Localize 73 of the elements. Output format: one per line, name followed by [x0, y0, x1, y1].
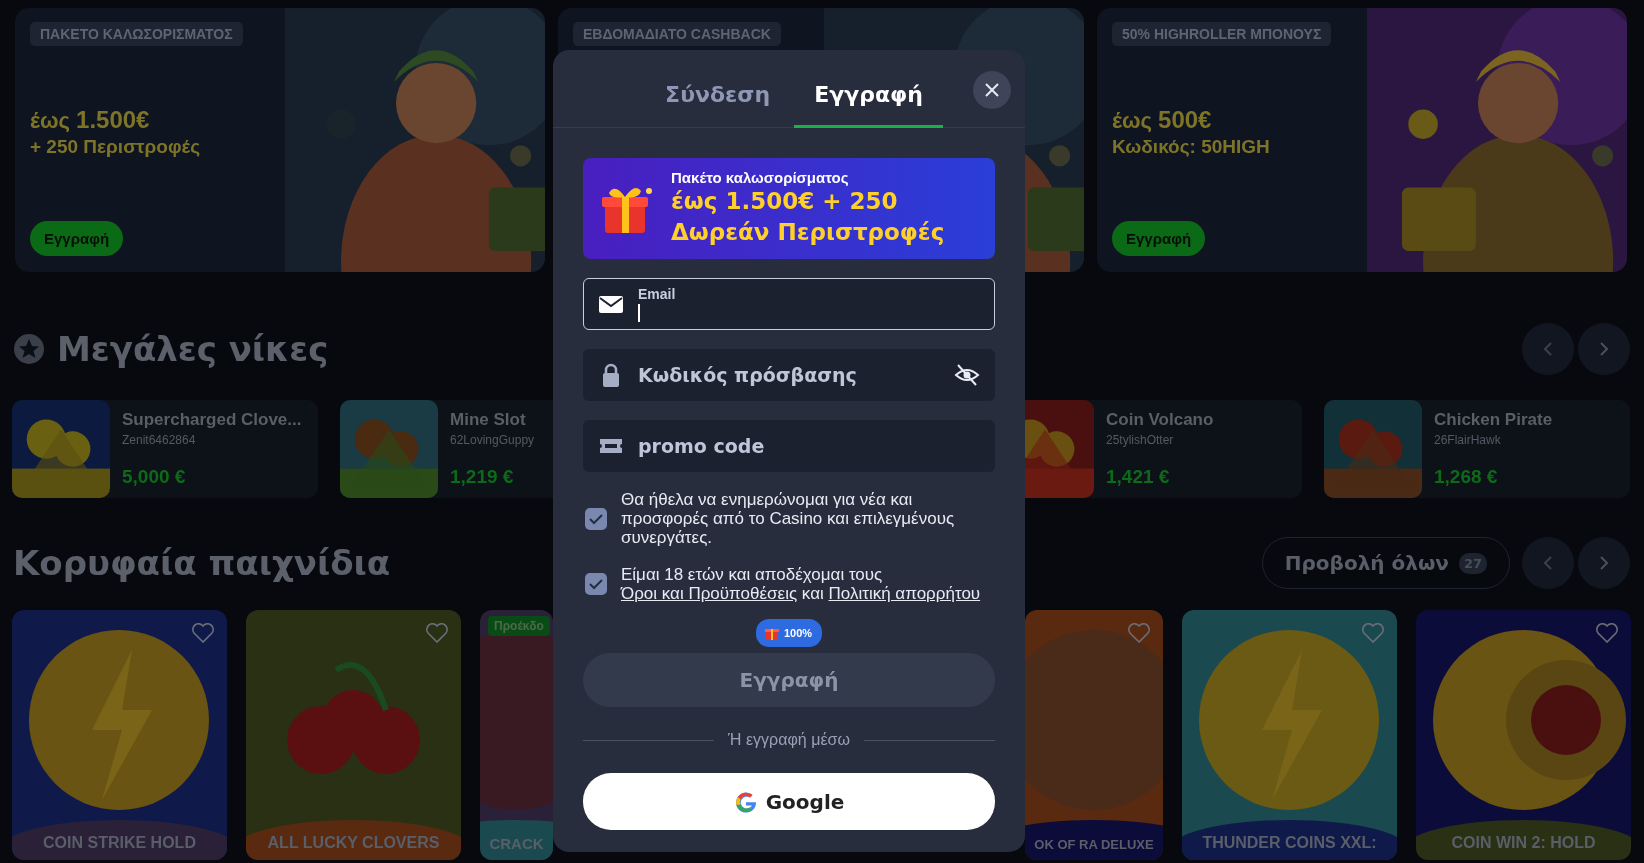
field-label: Email — [638, 286, 677, 302]
heart-icon[interactable] — [1361, 622, 1385, 644]
win-amount: 1,421 € — [1106, 466, 1171, 488]
register-button[interactable]: Εγγραφή — [30, 221, 124, 256]
banner-subtitle: + 250 Περιστροφές — [30, 136, 200, 158]
preview-badge: Προέκδο — [488, 616, 550, 636]
game-title: COIN WIN 2: HOLD — [1450, 834, 1597, 852]
game-tile[interactable]: Προέκδο CRACK — [480, 610, 553, 860]
banner-subtitle: Κωδικός: 50HIGH — [1112, 136, 1270, 158]
game-tile[interactable]: COIN STRIKE HOLD — [12, 610, 227, 860]
bonus-badge: 100% — [755, 619, 823, 647]
close-icon — [985, 83, 999, 97]
banner-headline: έως 1.500€ — [30, 106, 150, 134]
player-name: 62LovingGuppy — [450, 433, 535, 447]
banner-headline: έως 500€ — [1112, 106, 1212, 134]
win-amount: 5,000 € — [122, 466, 187, 488]
checkbox[interactable] — [585, 573, 607, 595]
win-card[interactable]: Chicken Pirate 26FlairHawk 1,268 € — [1324, 400, 1630, 498]
register-button[interactable]: Εγγραφή — [1112, 221, 1206, 256]
promo-banner[interactable]: 50% HIGHROLLER ΜΠΟΝΟΥΣ έως 500€ Κωδικός: 50HIGH Εγγραφή — [1097, 8, 1627, 272]
heart-icon[interactable] — [425, 622, 449, 644]
game-name: Supercharged Clove... — [122, 410, 302, 430]
win-amount: 1,268 € — [1434, 466, 1499, 488]
checkbox[interactable] — [585, 507, 607, 530]
tab[interactable]: Εγγραφή — [794, 50, 943, 128]
tab[interactable]: Σύνδεση — [645, 50, 791, 128]
close-button[interactable] — [973, 71, 1011, 109]
game-tile[interactable]: COIN WIN 2: HOLD — [1416, 610, 1631, 860]
hidden-eye-icon[interactable] — [954, 362, 980, 388]
divider-label: Ή εγγραφή μέσω — [728, 731, 850, 749]
promo-headline: έως 1.500€ + 250 — [671, 187, 899, 216]
game-tile[interactable]: THUNDER COINS XXL: — [1182, 610, 1397, 860]
promo-field[interactable]: promo code — [583, 420, 995, 472]
game-title: CRACK — [488, 835, 545, 852]
checkmark-icon — [589, 512, 603, 525]
consent-text: Είμαι 18 ετών και αποδέχομαι τους Όροι και Προϋποθέσεις και Πολιτική απορρήτου — [621, 565, 982, 603]
game-title: ALL LUCKY CLOVERS — [266, 834, 441, 852]
game-title: THUNDER COINS XXL: — [1201, 834, 1378, 852]
promo-headline: Δωρεάν Περιστροφές — [671, 218, 945, 247]
chevron-right-icon — [1599, 555, 1609, 571]
heart-icon[interactable] — [1595, 622, 1619, 644]
player-name: 26FlairHawk — [1434, 433, 1502, 447]
game-title: OK OF RA DELUXE — [1033, 837, 1155, 852]
banner-tag: ΠΑΚΕΤΟ ΚΑΛΩΣΟΡΙΣΜΑΤΟΣ — [30, 22, 243, 46]
promo-caption: Πακέτο καλωσορίσματος — [671, 169, 850, 186]
google-button[interactable]: Google — [583, 773, 995, 830]
win-amount: 1,219 € — [450, 466, 515, 488]
email-field[interactable]: Email — [583, 278, 995, 330]
promo-banner[interactable]: ΠΑΚΕΤΟ ΚΑΛΩΣΟΡΙΣΜΑΤΟΣ έως 1.500€ + 250 Περιστροφές Εγγραφή — [15, 8, 545, 272]
game-name: Mine Slot — [450, 410, 527, 430]
terms-link[interactable]: Πολιτική απορρήτου — [828, 584, 981, 603]
game-name: Chicken Pirate — [1434, 410, 1553, 430]
player-name: 25tylishOtter — [1106, 433, 1175, 447]
player-name: Zenit6462864 — [122, 433, 197, 447]
banner-tag: 50% HIGHROLLER ΜΠΟΝΟΥΣ — [1112, 22, 1332, 46]
section-title: Μεγάλες νίκες — [57, 329, 329, 369]
game-name: Coin Volcano — [1106, 410, 1214, 430]
terms-link[interactable]: Όροι και Προϋποθέσεις — [621, 584, 798, 603]
chevron-left-icon — [1543, 341, 1553, 357]
chevron-left-icon — [1543, 555, 1553, 571]
game-title: COIN STRIKE HOLD — [42, 834, 197, 852]
text-cursor — [638, 304, 640, 322]
banner-tag: ΕΒΔΟΜΑΔΙΑΤΟ CASHBACK — [573, 22, 781, 46]
heart-icon[interactable] — [1127, 622, 1151, 644]
heart-icon[interactable] — [191, 622, 215, 644]
password-field[interactable]: Κωδικός πρόσβασης — [583, 349, 995, 401]
win-card[interactable]: Supercharged Clove... Zenit6462864 5,000 € — [12, 400, 318, 498]
placeholder-text: Κωδικός πρόσβασης — [638, 364, 858, 386]
chevron-right-icon — [1599, 341, 1609, 357]
game-tile[interactable]: OK OF RA DELUXE — [1025, 610, 1163, 860]
game-tile[interactable]: ALL LUCKY CLOVERS — [246, 610, 461, 860]
section-title: Κορυφαία παιχνίδια — [13, 543, 391, 583]
checkmark-icon — [589, 578, 603, 590]
